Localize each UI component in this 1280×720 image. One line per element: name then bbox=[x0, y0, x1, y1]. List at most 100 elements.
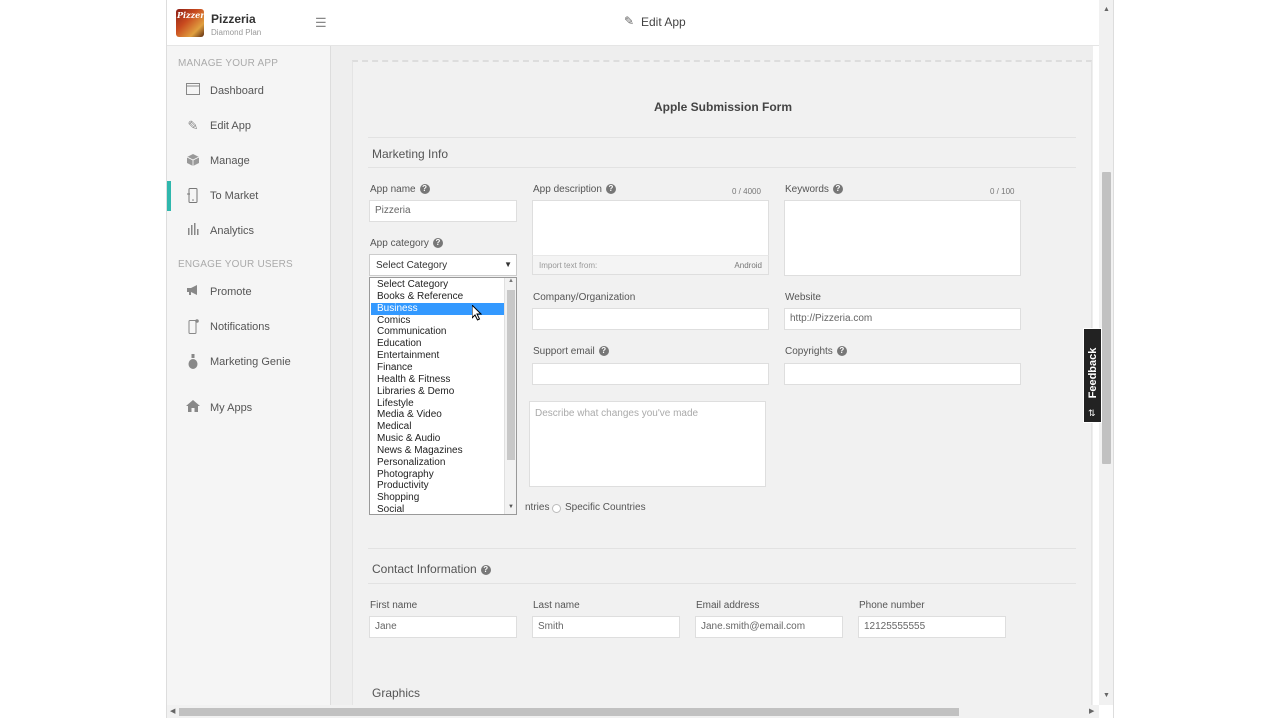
feedback-tab[interactable]: Feedback ⇅ bbox=[1083, 328, 1102, 423]
category-option[interactable]: Medical bbox=[371, 421, 504, 433]
specific-countries-radio[interactable] bbox=[552, 504, 561, 513]
sidebar-item-notifications[interactable]: Notifications bbox=[167, 312, 330, 342]
scroll-down-icon[interactable]: ▼ bbox=[508, 504, 514, 510]
help-icon[interactable]: ? bbox=[419, 184, 430, 195]
import-label: Import text from: bbox=[539, 261, 598, 270]
category-option[interactable]: Education bbox=[371, 338, 504, 350]
phone-number-input[interactable]: 12125555555 bbox=[858, 616, 1006, 638]
last-name-input[interactable]: Smith bbox=[532, 616, 680, 638]
divider bbox=[368, 167, 1076, 168]
scroll-thumb[interactable] bbox=[1102, 172, 1111, 464]
dashboard-icon bbox=[185, 83, 201, 99]
app-name-input[interactable]: Pizzeria bbox=[369, 200, 517, 222]
website-input[interactable]: http://Pizzeria.com bbox=[784, 308, 1021, 330]
sidebar-item-edit-app[interactable]: ✎ Edit App bbox=[167, 111, 330, 141]
sidebar-item-analytics[interactable]: Analytics bbox=[167, 216, 330, 246]
help-icon[interactable]: ? bbox=[432, 238, 443, 249]
divider bbox=[368, 548, 1076, 549]
divider bbox=[368, 137, 1076, 138]
app-name: Pizzeria bbox=[211, 12, 256, 26]
marketing-info-heading: Marketing Info bbox=[372, 147, 449, 161]
sidebar-item-label: Analytics bbox=[210, 225, 255, 237]
category-option[interactable]: Lifestyle bbox=[371, 398, 504, 410]
keywords-label: Keywords? bbox=[785, 184, 843, 195]
sidebar-item-to-market[interactable]: To Market bbox=[167, 181, 330, 211]
scroll-down-icon[interactable]: ▼ bbox=[1103, 692, 1110, 699]
contact-info-heading: Contact Information? bbox=[372, 562, 491, 576]
changes-textarea[interactable]: Describe what changes you've made bbox=[529, 401, 766, 487]
help-icon[interactable]: ? bbox=[836, 346, 847, 357]
category-option[interactable]: Entertainment bbox=[371, 350, 504, 362]
sidebar-item-label: Promote bbox=[210, 286, 252, 298]
feedback-label: Feedback bbox=[1087, 347, 1099, 399]
support-email-input[interactable] bbox=[532, 363, 769, 385]
sidebar-item-manage[interactable]: Manage bbox=[167, 146, 330, 176]
category-option[interactable]: Libraries & Demo bbox=[371, 386, 504, 398]
import-android-link[interactable]: Android bbox=[734, 261, 762, 270]
last-name-label: Last name bbox=[533, 600, 580, 611]
graphics-heading: Graphics bbox=[372, 686, 421, 700]
selected-category: Select Category bbox=[376, 260, 448, 271]
sidebar-item-label: Manage bbox=[210, 155, 250, 167]
dropdown-scrollbar[interactable]: ▲ ▼ bbox=[504, 278, 516, 514]
website-label: Website bbox=[785, 292, 821, 303]
phone-number-label: Phone number bbox=[859, 600, 925, 611]
help-icon[interactable]: ? bbox=[598, 346, 609, 357]
category-option[interactable]: News & Magazines bbox=[371, 445, 504, 457]
category-option[interactable]: Productivity bbox=[371, 480, 504, 492]
logo-text: Pizzeria bbox=[177, 10, 204, 20]
sidebar-item-promote[interactable]: Promote bbox=[167, 277, 330, 307]
submission-form-panel: Apple Submission Form Marketing Info App… bbox=[352, 60, 1092, 718]
sidebar-item-dashboard[interactable]: Dashboard bbox=[167, 76, 330, 106]
company-label: Company/Organization bbox=[533, 292, 636, 303]
category-option[interactable]: Shopping bbox=[371, 492, 504, 504]
category-option[interactable]: Communication bbox=[371, 326, 504, 338]
hamburger-menu-icon[interactable]: ☰ bbox=[315, 15, 327, 31]
app-category-select[interactable]: Select Category ▼ bbox=[369, 254, 517, 276]
help-icon[interactable]: ? bbox=[605, 184, 616, 195]
sidebar-item-label: To Market bbox=[210, 190, 259, 202]
keywords-textarea[interactable] bbox=[784, 200, 1021, 276]
category-option[interactable]: Personalization bbox=[371, 457, 504, 469]
category-option[interactable]: Select Category bbox=[371, 279, 504, 291]
phone-icon bbox=[185, 188, 201, 204]
category-option[interactable]: Social bbox=[371, 504, 504, 514]
main-content: Apple Submission Form Marketing Info App… bbox=[331, 46, 1093, 718]
category-option[interactable]: Business bbox=[371, 302, 504, 315]
scroll-up-icon[interactable]: ▲ bbox=[1103, 6, 1110, 13]
app-category-label: App category? bbox=[370, 238, 443, 249]
category-option[interactable]: Music & Audio bbox=[371, 433, 504, 445]
scroll-right-icon[interactable]: ▶ bbox=[1089, 707, 1094, 715]
category-option[interactable]: Photography bbox=[371, 469, 504, 481]
page-title: Edit App bbox=[641, 15, 686, 29]
app-description-counter: 0 / 4000 bbox=[732, 187, 761, 196]
phone-notification-icon bbox=[185, 319, 201, 335]
scroll-thumb[interactable] bbox=[179, 708, 959, 716]
mouse-cursor-icon bbox=[471, 303, 483, 326]
horizontal-scrollbar[interactable]: ◀ ▶ bbox=[167, 705, 1099, 718]
email-address-input[interactable]: Jane.smith@email.com bbox=[695, 616, 843, 638]
sidebar-item-label: Marketing Genie bbox=[210, 356, 291, 368]
company-input[interactable] bbox=[532, 308, 769, 330]
category-option[interactable]: Health & Fitness bbox=[371, 374, 504, 386]
help-icon[interactable]: ? bbox=[480, 564, 491, 575]
app-logo[interactable]: Pizzeria bbox=[176, 9, 204, 37]
sidebar-item-my-apps[interactable]: My Apps bbox=[167, 393, 330, 423]
category-option[interactable]: Books & Reference bbox=[371, 291, 504, 303]
category-dropdown-list[interactable]: Select Category Books & Reference Business… bbox=[369, 277, 517, 515]
help-icon[interactable]: ? bbox=[832, 184, 843, 195]
sidebar-item-marketing-genie[interactable]: Marketing Genie bbox=[167, 347, 330, 377]
scroll-up-icon[interactable]: ▲ bbox=[508, 278, 514, 284]
pencil-icon: ✎ bbox=[187, 118, 199, 133]
scroll-thumb[interactable] bbox=[507, 290, 515, 460]
first-name-input[interactable]: Jane bbox=[369, 616, 517, 638]
scroll-left-icon[interactable]: ◀ bbox=[170, 707, 175, 715]
category-option[interactable]: Finance bbox=[371, 362, 504, 374]
sidebar-item-label: Dashboard bbox=[210, 85, 264, 97]
category-option[interactable]: Media & Video bbox=[371, 409, 504, 421]
import-text-bar: Import text from: Android bbox=[532, 255, 769, 275]
category-option[interactable]: Comics bbox=[371, 315, 504, 327]
copyrights-input[interactable] bbox=[784, 363, 1021, 385]
sidebar-item-label: Edit App bbox=[210, 120, 251, 132]
app-description-textarea[interactable] bbox=[532, 200, 769, 256]
